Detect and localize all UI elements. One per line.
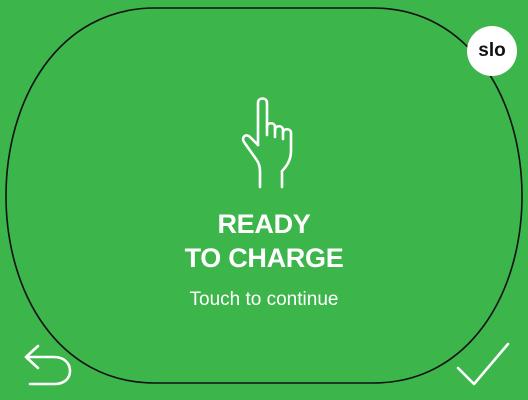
- language-code-label: slo: [478, 40, 506, 61]
- touch-to-continue-area[interactable]: [40, 40, 488, 370]
- ready-title-line1: READY: [217, 209, 311, 239]
- back-arrow-icon: [24, 344, 72, 386]
- charger-screen: READY TO CHARGE Touch to continue slo: [0, 0, 528, 400]
- ready-title-line2: TO CHARGE: [184, 243, 344, 273]
- language-button[interactable]: slo: [467, 26, 517, 76]
- checkmark-icon: [456, 342, 510, 386]
- confirm-button[interactable]: [454, 340, 512, 390]
- touch-hand-icon: [241, 97, 293, 189]
- back-button[interactable]: [20, 338, 74, 388]
- touch-to-continue-text: Touch to continue: [189, 289, 339, 310]
